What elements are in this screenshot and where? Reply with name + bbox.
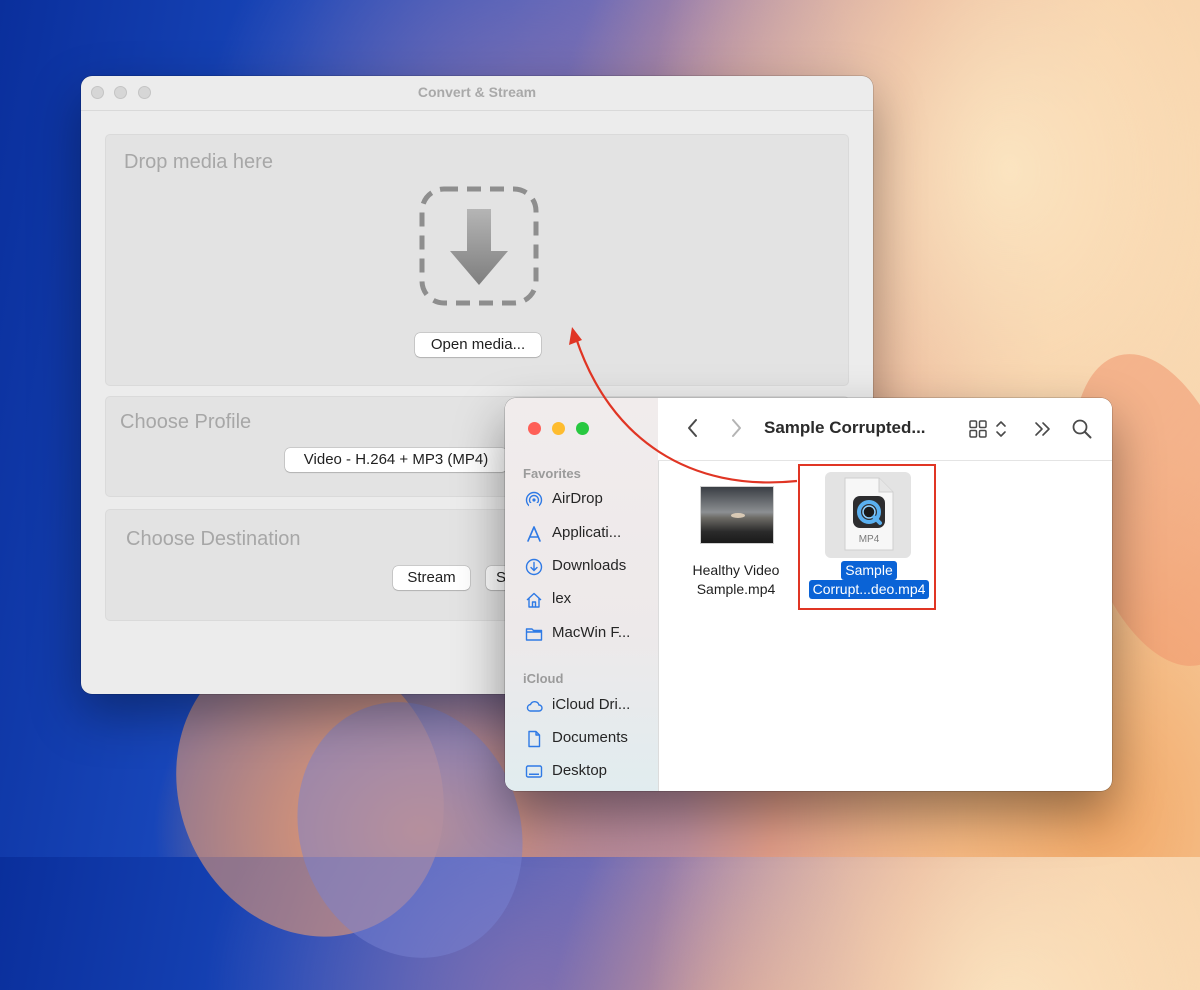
sidebar-item-label: Documents xyxy=(552,729,628,746)
drop-panel-title: Drop media here xyxy=(124,151,273,173)
open-media-button[interactable]: Open media... xyxy=(415,333,541,357)
sidebar-item-applications[interactable]: Applicati... xyxy=(525,522,650,546)
grid-view-icon[interactable] xyxy=(968,419,988,439)
search-icon[interactable] xyxy=(1071,418,1093,440)
airdrop-icon xyxy=(525,491,543,509)
sidebar-item-label: lex xyxy=(552,590,572,607)
chevron-updown-icon[interactable] xyxy=(995,418,1007,440)
more-icon[interactable] xyxy=(1033,420,1053,438)
forward-icon[interactable] xyxy=(729,418,743,438)
document-icon xyxy=(528,730,541,748)
applications-icon xyxy=(527,526,541,542)
sidebar-item-home[interactable]: lex xyxy=(525,588,650,612)
window-title: Convert & Stream xyxy=(417,84,537,100)
sidebar-item-documents[interactable]: Documents xyxy=(525,727,650,751)
finder-toolbar: Sample Corrupted... xyxy=(658,398,1112,461)
favorites-section-label: Favorites xyxy=(523,466,581,481)
sidebar-item-airdrop[interactable]: AirDrop xyxy=(525,488,650,512)
finder-sidebar: Favorites AirDrop Applicati... Downloads xyxy=(505,398,659,791)
download-arrow-icon xyxy=(419,186,539,306)
back-icon[interactable] xyxy=(686,418,700,438)
sidebar-item-label: AirDrop xyxy=(552,490,603,507)
title-bar: Convert & Stream xyxy=(81,76,873,111)
sidebar-item-label: Desktop xyxy=(552,762,608,779)
stream-button[interactable]: Stream xyxy=(393,566,470,590)
folder-title: Sample Corrupted... xyxy=(764,418,926,437)
sidebar-item-macwin-folder[interactable]: MacWin F... xyxy=(525,622,650,646)
icloud-icon xyxy=(526,701,543,712)
sidebar-item-label: Applicati... xyxy=(552,524,622,541)
folder-icon xyxy=(525,628,543,641)
finder-close-button[interactable] xyxy=(528,422,541,435)
finder-zoom-button[interactable] xyxy=(576,422,589,435)
drop-media-panel[interactable]: Drop media here Open media... xyxy=(105,134,849,386)
sidebar-item-label: MacWin F... xyxy=(552,624,631,641)
finder-minimize-button[interactable] xyxy=(552,422,565,435)
home-icon xyxy=(526,592,542,608)
downloads-icon xyxy=(525,558,543,576)
icloud-section-label: iCloud xyxy=(523,671,564,686)
annotation-highlight-box xyxy=(798,464,936,610)
file-item-healthy-video[interactable]: Healthy Video Sample.mp4 xyxy=(666,478,806,608)
sidebar-item-label: iCloud Dri... xyxy=(552,696,631,713)
video-thumbnail xyxy=(700,486,774,544)
profile-panel-title: Choose Profile xyxy=(120,411,252,433)
sidebar-item-desktop[interactable]: Desktop xyxy=(525,760,650,784)
sidebar-item-icloud-drive[interactable]: iCloud Dri... xyxy=(525,694,650,718)
profile-select[interactable]: Video - H.264 + MP3 (MP4) xyxy=(285,448,507,472)
destination-panel-title: Choose Destination xyxy=(126,528,301,550)
desktop-icon xyxy=(525,765,543,778)
file-name: Healthy Video Sample.mp4 xyxy=(692,562,780,597)
sidebar-item-label: Downloads xyxy=(552,557,627,574)
sidebar-item-downloads[interactable]: Downloads xyxy=(525,555,650,579)
